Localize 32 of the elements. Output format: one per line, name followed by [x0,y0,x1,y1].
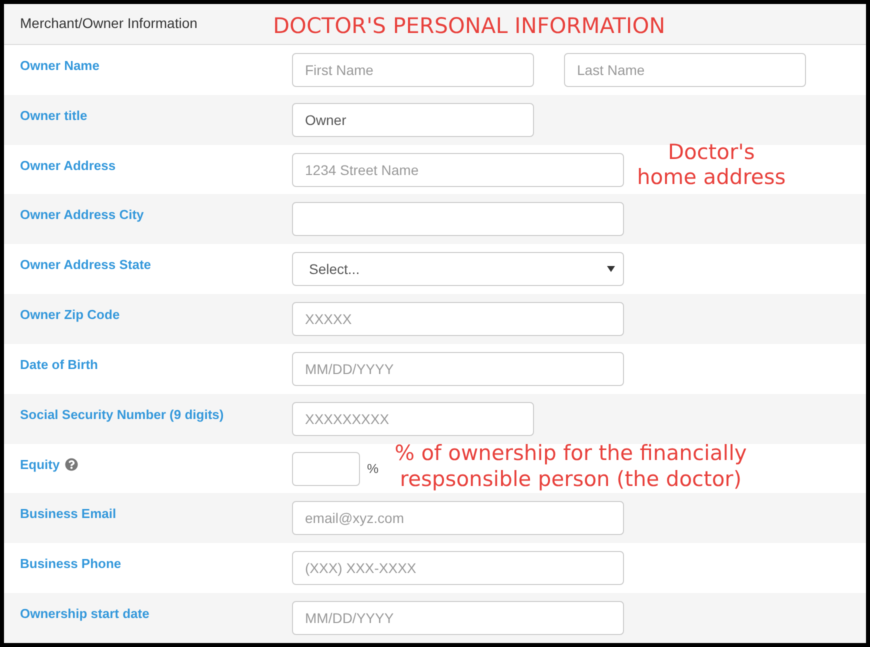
annotation-text: DOCTOR'S PERSONAL INFORMATION [273,13,666,39]
text-input[interactable] [292,202,624,236]
field-label: Business Phone [20,555,122,574]
text-input[interactable]: 1234 Street Name [292,152,624,187]
text-input[interactable]: Owner [292,102,534,137]
text-input[interactable]: XXXXXXXXX [292,402,534,436]
text-input[interactable]: Last Name [564,53,806,87]
text-input[interactable]: First Name [292,53,534,87]
field-label: Owner Address State [20,256,152,274]
annotation-text: Doctor's home address [637,140,786,190]
annotation-text: % of ownership for the financially respsonsible person (the doctor) [394,440,747,492]
text-input[interactable]: MM/DD/YYYY [292,601,624,636]
field-label: Owner Zip Code [20,306,120,324]
field-label: Owner title [20,106,88,125]
field-label: Date of Birth [20,356,98,374]
help-icon[interactable] [64,458,78,472]
text-input[interactable]: XXXXX [292,302,624,336]
field-label: Ownership start date [20,605,150,624]
field-label: Business Email [20,505,116,524]
caret-icon [607,266,615,272]
field-label: Owner Name [20,57,100,75]
section-title: Merchant/Owner Information [20,14,198,33]
text-input[interactable]: (XXX) XXX-XXXX [292,551,624,586]
percent-sign: % [367,460,379,478]
text-input[interactable] [292,452,360,486]
text-input[interactable]: MM/DD/YYYY [292,352,624,386]
field-label: Owner Address [20,156,116,175]
text-input[interactable]: email@xyz.com [292,501,624,536]
field-label: Social Security Number (9 digits) [20,406,224,424]
state-select[interactable]: Select... [292,252,624,286]
field-label: Equity [20,456,60,474]
field-label: Owner Address City [20,206,144,224]
